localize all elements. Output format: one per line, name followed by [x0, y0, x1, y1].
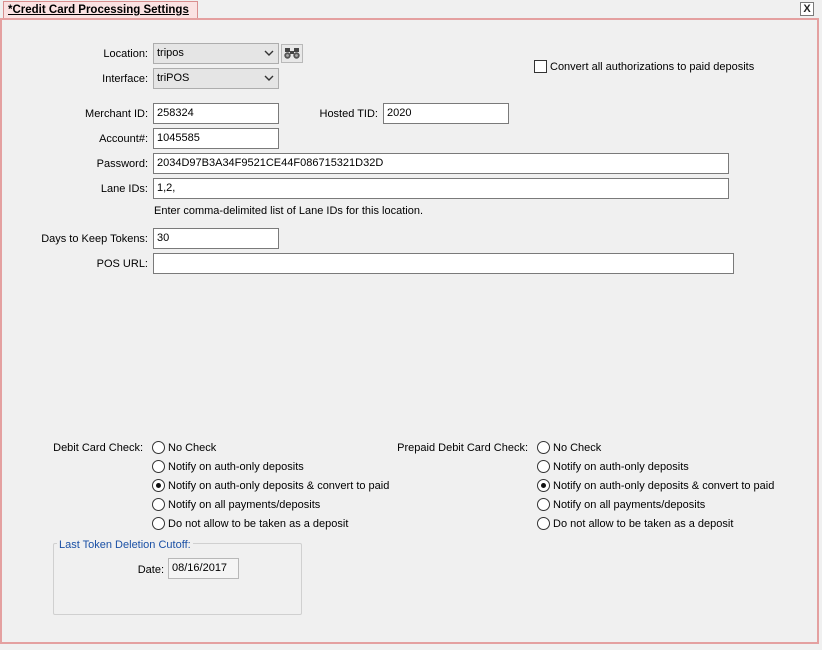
debit-check-label: Debit Card Check: — [53, 442, 143, 454]
location-select[interactable]: tripos — [153, 43, 279, 64]
debit-radio-notify-all[interactable] — [152, 498, 165, 511]
prepaid-option-label: Notify on auth-only deposits — [553, 461, 689, 473]
convert-all-checkbox[interactable] — [534, 60, 547, 73]
prepaid-radio-notify-convert[interactable] — [537, 479, 550, 492]
interface-select-value: triPOS — [157, 72, 190, 84]
account-field[interactable]: 1045585 — [153, 128, 279, 149]
debit-option-label: Notify on all payments/deposits — [168, 499, 321, 511]
cutoff-date-label: Date: — [137, 564, 164, 576]
account-label: Account#: — [99, 133, 148, 145]
debit-option-label: Do not allow to be taken as a deposit — [168, 518, 349, 530]
chevron-down-icon — [264, 75, 274, 81]
hosted-tid-field[interactable]: 2020 — [383, 103, 509, 124]
password-field[interactable]: 2034D97B3A34F9521CE44F086715321D32D — [153, 153, 729, 174]
lane-ids-hint: Enter comma-delimited list of Lane IDs f… — [154, 205, 424, 217]
debit-radio-no-check[interactable] — [152, 441, 165, 454]
prepaid-option-label: Notify on all payments/deposits — [553, 499, 706, 511]
interface-label: Interface: — [102, 73, 148, 85]
lane-ids-label: Lane IDs: — [100, 183, 148, 195]
prepaid-option-label: Do not allow to be taken as a deposit — [553, 518, 734, 530]
debit-radio-notify-convert[interactable] — [152, 479, 165, 492]
debit-radio-notify-auth[interactable] — [152, 460, 165, 473]
tab-strip: *Credit Card Processing Settings X — [0, 0, 822, 19]
pos-url-field[interactable] — [153, 253, 734, 274]
merchant-id-field[interactable]: 258324 — [153, 103, 279, 124]
prepaid-radio-no-check[interactable] — [537, 441, 550, 454]
token-cutoff-group — [53, 543, 302, 615]
lane-ids-field[interactable]: 1,2, — [153, 178, 729, 199]
prepaid-radio-notify-auth[interactable] — [537, 460, 550, 473]
days-tokens-label: Days to Keep Tokens: — [41, 233, 148, 245]
chevron-down-icon — [264, 50, 274, 56]
days-tokens-field[interactable]: 30 — [153, 228, 279, 249]
location-label: Location: — [103, 48, 148, 60]
prepaid-check-label: Prepaid Debit Card Check: — [397, 442, 528, 454]
debit-radio-disallow[interactable] — [152, 517, 165, 530]
token-cutoff-title: Last Token Deletion Cutoff: — [57, 538, 193, 552]
interface-select[interactable]: triPOS — [153, 68, 279, 89]
prepaid-option-label: No Check — [553, 442, 602, 454]
prepaid-radio-disallow[interactable] — [537, 517, 550, 530]
debit-option-label: Notify on auth-only deposits & convert t… — [168, 480, 390, 492]
prepaid-radio-notify-all[interactable] — [537, 498, 550, 511]
debit-option-label: No Check — [168, 442, 217, 454]
tab-title: *Credit Card Processing Settings — [8, 4, 189, 16]
close-icon[interactable]: X — [800, 2, 814, 16]
binoculars-icon[interactable] — [281, 44, 303, 63]
hosted-tid-label: Hosted TID: — [319, 108, 379, 120]
password-label: Password: — [96, 158, 148, 170]
binoculars-glyph — [284, 48, 300, 59]
convert-all-label: Convert all authorizations to paid depos… — [550, 61, 755, 73]
cutoff-date-field: 08/16/2017 — [168, 558, 239, 579]
location-select-value: tripos — [157, 47, 184, 59]
merchant-id-label: Merchant ID: — [85, 108, 148, 120]
prepaid-option-label: Notify on auth-only deposits & convert t… — [553, 480, 775, 492]
debit-option-label: Notify on auth-only deposits — [168, 461, 304, 473]
settings-panel: Location: tripos Interface: triPOS Conve… — [0, 18, 819, 644]
tab-credit-card-settings[interactable]: *Credit Card Processing Settings — [3, 1, 198, 19]
pos-url-label: POS URL: — [96, 258, 148, 270]
